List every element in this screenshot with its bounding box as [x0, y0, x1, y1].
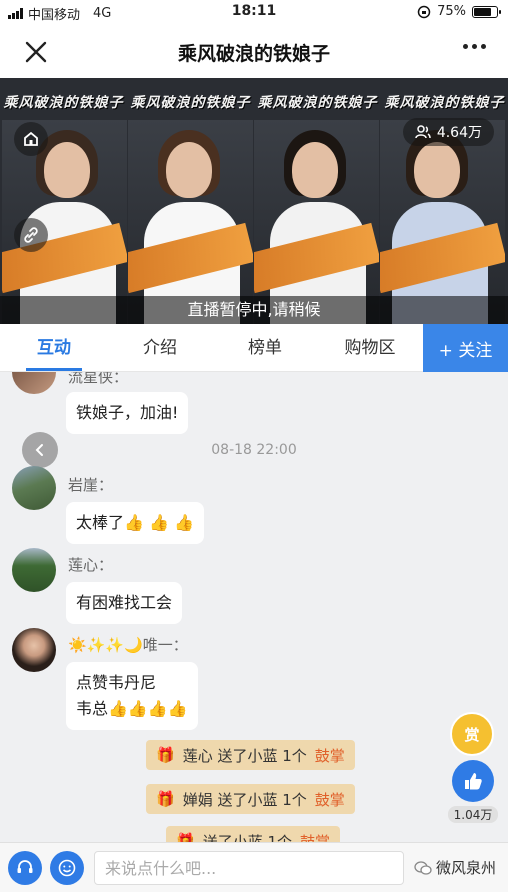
share-link-icon[interactable] [14, 218, 48, 252]
presenter-panel [380, 120, 505, 324]
gift-notice-text: 婵娟 送了小蓝 1个 [182, 790, 307, 809]
like-count: 1.04万 [448, 806, 498, 823]
like-button[interactable] [452, 760, 494, 802]
gift-notice-text: 送了小蓝 1个 [202, 832, 292, 843]
thumbs-up-icon [465, 773, 482, 790]
pause-notice: 直播暂停中,请稍候 [0, 296, 508, 324]
more-icon[interactable] [463, 44, 486, 49]
video-title-strip: 乘风破浪的铁娘子 乘风破浪的铁娘子 乘风破浪的铁娘子 乘风破浪的铁娘子 [0, 92, 508, 116]
chat-message: 点赞韦丹尼 韦总👍👍👍👍 [66, 662, 198, 730]
gift-box-icon: 🎁 [176, 832, 195, 842]
chat-username: 流星侠： [68, 372, 129, 386]
bottom-bar: 微风泉州 [0, 842, 508, 892]
wechat-icon [414, 860, 432, 875]
chat-message: 太棒了👍 👍 👍 [66, 502, 204, 544]
follow-button[interactable]: + 关注 [423, 324, 508, 372]
gift-action: 鼓掌 [314, 790, 345, 809]
status-right: 75% [417, 4, 501, 19]
video-strip-text: 乘风破浪的铁娘子 [384, 95, 505, 111]
comment-input[interactable] [94, 851, 404, 885]
chat-message-line: 韦总👍👍👍👍 [76, 699, 188, 718]
gift-notice-text: 莲心 送了小蓝 1个 [182, 746, 307, 765]
gift-box-icon: 🎁 [156, 790, 175, 808]
chat-username: 岩崖： [68, 476, 114, 494]
gift-notice: 🎁 送了小蓝 1个 鼓掌 [166, 826, 341, 843]
chat-timestamp: 08-18 22:00 [211, 442, 297, 458]
chat-feed[interactable]: 流星侠： 铁娘子，加油! 08-18 22:00 岩崖： 太棒了👍 👍 👍 莲心… [0, 372, 508, 842]
avatar[interactable] [12, 548, 56, 592]
tab-ranking[interactable]: 榜单 [215, 324, 315, 372]
users-icon [415, 125, 431, 139]
customer-service-icon[interactable] [8, 851, 42, 885]
orientation-lock-icon [417, 5, 431, 18]
chat-username: ☀️✨✨🌙唯一： [68, 636, 188, 654]
tab-interact[interactable]: 互动 [4, 324, 104, 372]
video-strip-text: 乘风破浪的铁娘子 [257, 95, 378, 111]
tab-shop[interactable]: 购物区 [320, 324, 420, 372]
viewer-count-badge: 4.64万 [402, 118, 494, 146]
gift-action: 鼓掌 [300, 832, 331, 843]
battery-level-fill [474, 7, 491, 16]
video-strip-text: 乘风破浪的铁娘子 [3, 95, 124, 111]
live-video[interactable]: 乘风破浪的铁娘子 乘风破浪的铁娘子 乘风破浪的铁娘子 乘风破浪的铁娘子 4.64… [0, 78, 508, 324]
close-icon[interactable] [22, 38, 50, 66]
gift-box-icon: 🎁 [156, 746, 175, 764]
page-title: 乘风破浪的铁娘子 [177, 43, 330, 65]
viewer-count: 4.64万 [436, 125, 482, 141]
chat-message: 有困难找工会 [66, 582, 183, 624]
watermark: 微风泉州 [414, 857, 496, 878]
nav-bar: 乘风破浪的铁娘子 [0, 26, 508, 78]
status-bar: 中国移动 4G 18:11 75% [0, 0, 508, 26]
tab-intro[interactable]: 介绍 [110, 324, 210, 372]
presenter-panel [254, 120, 379, 324]
tab-bar: 互动 介绍 榜单 购物区 + 关注 [0, 324, 508, 372]
avatar[interactable] [12, 466, 56, 510]
chat-message-line: 点赞韦丹尼 [76, 673, 157, 692]
video-strip-text: 乘风破浪的铁娘子 [130, 95, 251, 111]
chat-username: 莲心： [68, 556, 114, 574]
reward-button[interactable]: 赏 [450, 712, 494, 756]
gift-notice: 🎁 婵娟 送了小蓝 1个 鼓掌 [146, 784, 355, 814]
chat-message: 铁娘子，加油! [66, 392, 189, 434]
battery-percent: 75% [437, 4, 466, 19]
home-icon[interactable] [14, 122, 48, 156]
presenter-panel [128, 120, 253, 324]
avatar[interactable] [12, 628, 56, 672]
gift-notice: 🎁 莲心 送了小蓝 1个 鼓掌 [146, 740, 355, 770]
battery-icon [472, 5, 501, 18]
gift-action: 鼓掌 [314, 746, 345, 765]
emoji-icon[interactable] [50, 851, 84, 885]
watermark-text: 微风泉州 [435, 859, 496, 877]
active-tab-indicator [26, 368, 82, 371]
avatar[interactable] [12, 372, 56, 394]
